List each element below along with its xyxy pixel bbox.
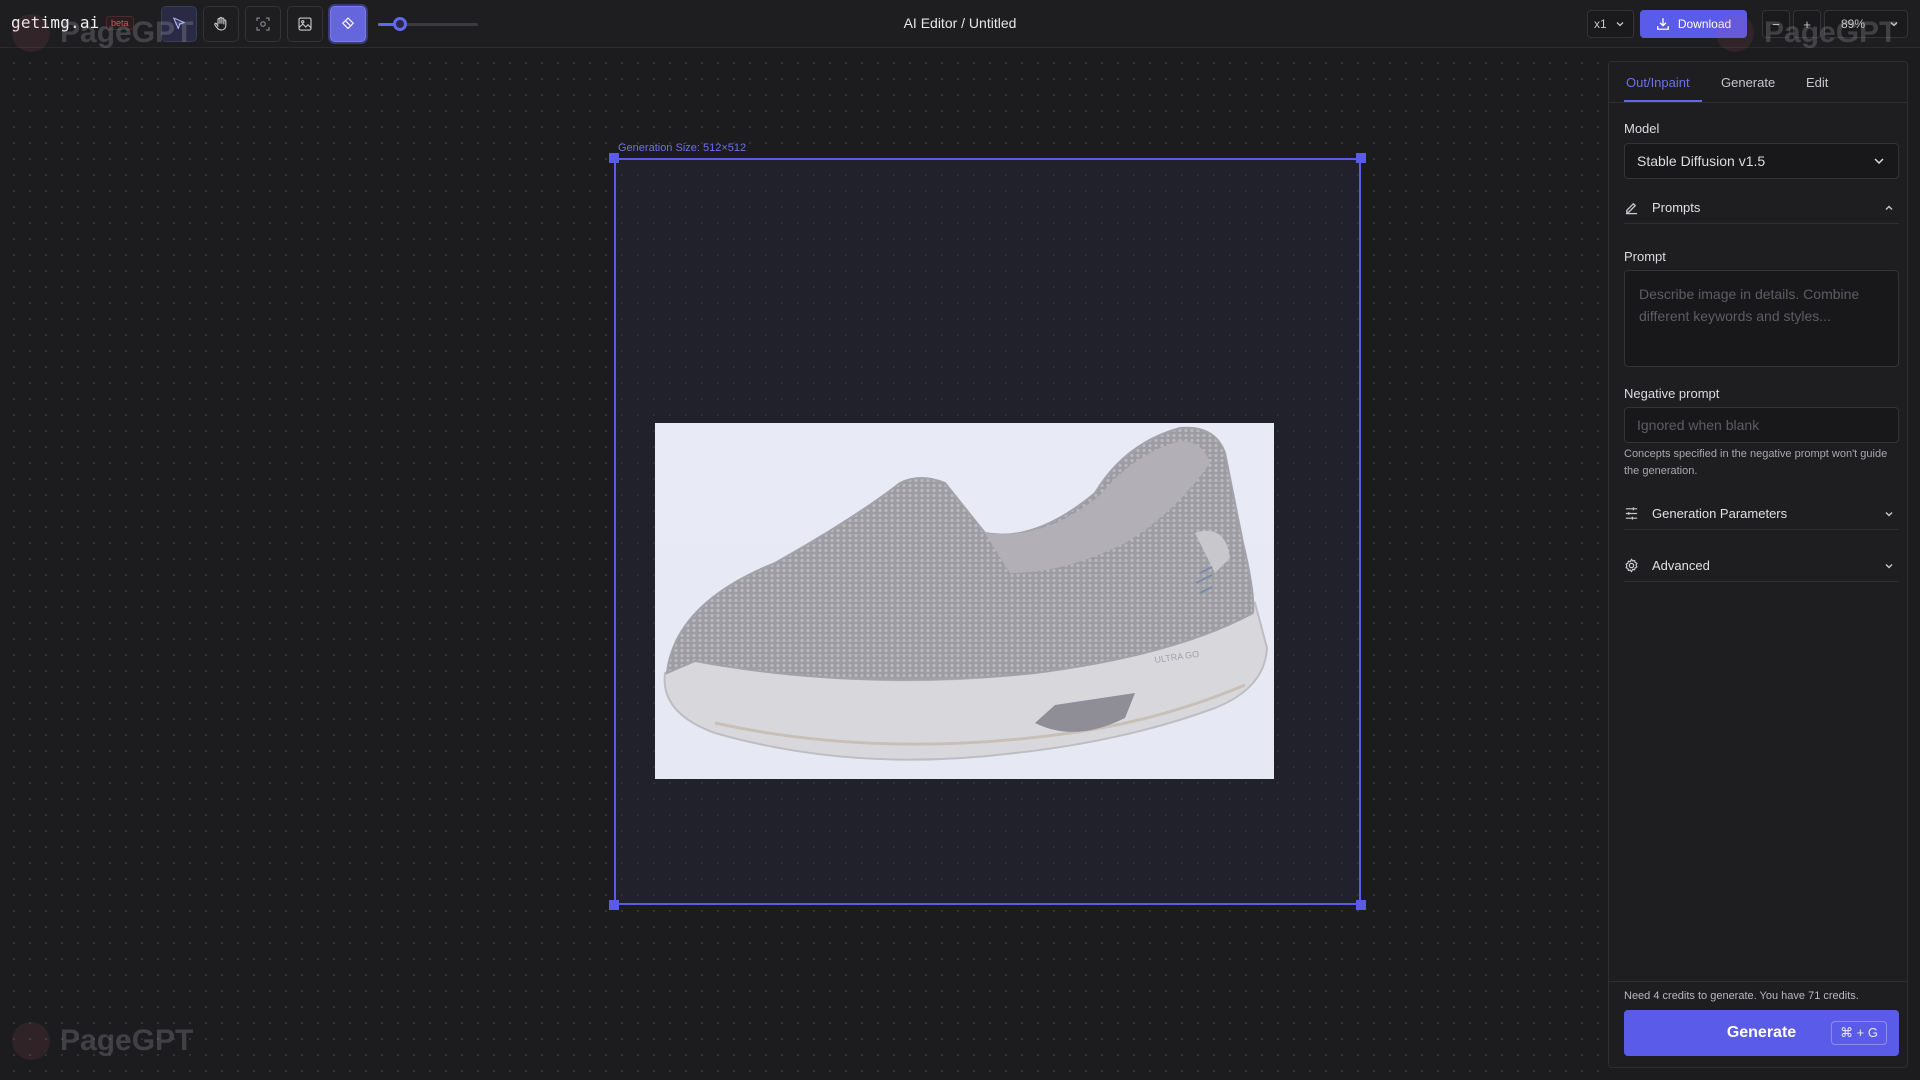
- resize-handle-top-left[interactable]: [609, 153, 619, 163]
- settings-panel: Out/Inpaint Generate Edit Model Stable D…: [1608, 61, 1908, 1068]
- sliders-icon: [1625, 507, 1638, 520]
- gear-icon: [1625, 558, 1638, 573]
- prompt-input[interactable]: [1624, 270, 1899, 367]
- cursor-arrow-icon: [173, 17, 185, 30]
- model-label: Model: [1624, 121, 1660, 136]
- eraser-tool-button[interactable]: [330, 6, 366, 42]
- image-icon: [298, 17, 312, 31]
- brush-size-slider[interactable]: [378, 17, 478, 31]
- brush-size-knob[interactable]: [393, 17, 407, 31]
- select-tool-button[interactable]: [161, 6, 197, 42]
- generation-size-label: Generation Size: 512×512: [618, 142, 747, 154]
- chevron-down-icon: [1885, 511, 1893, 516]
- top-bar: getimg.ai beta AI Editor / Untitled x1 D…: [0, 0, 1920, 48]
- tab-generate[interactable]: Generate: [1721, 75, 1775, 90]
- beta-badge: beta: [106, 16, 134, 30]
- canvas-image[interactable]: ULTRA GO: [655, 423, 1274, 779]
- download-button[interactable]: Download: [1640, 10, 1747, 38]
- negative-prompt-input[interactable]: [1624, 407, 1899, 443]
- generate-shortcut: ⌘ + G: [1831, 1021, 1887, 1045]
- app-logo[interactable]: getimg.ai: [11, 13, 100, 32]
- generation-parameters-section-header[interactable]: Generation Parameters: [1624, 498, 1899, 530]
- resize-handle-top-right[interactable]: [1356, 153, 1366, 163]
- hand-icon: [214, 16, 227, 31]
- pencil-icon: [1625, 202, 1638, 215]
- prompt-label: Prompt: [1624, 249, 1666, 264]
- focus-tool-button[interactable]: [245, 6, 281, 42]
- tab-out-inpaint[interactable]: Out/Inpaint: [1626, 75, 1690, 90]
- focus-icon: [256, 17, 270, 31]
- negative-prompt-label: Negative prompt: [1624, 386, 1720, 401]
- chevron-down-icon: [1616, 22, 1624, 27]
- scale-select[interactable]: x1: [1587, 10, 1634, 38]
- credits-info: Need 4 credits to generate. You have 71 …: [1624, 990, 1859, 1002]
- negative-prompt-hint: Concepts specified in the negative promp…: [1624, 448, 1888, 477]
- prompts-section-header[interactable]: Prompts: [1624, 192, 1899, 224]
- document-title: AI Editor / Untitled: [903, 15, 1017, 31]
- model-value: Stable Diffusion v1.5: [1637, 153, 1766, 169]
- generate-label: Generate: [1726, 1024, 1797, 1041]
- generation-parameters-title: Generation Parameters: [1652, 506, 1788, 521]
- chevron-up-icon: [1885, 205, 1893, 210]
- model-select[interactable]: Stable Diffusion v1.5: [1624, 143, 1899, 179]
- panel-footer-divider: [1609, 981, 1907, 982]
- resize-handle-bottom-left[interactable]: [609, 900, 619, 910]
- image-tool-button[interactable]: [287, 6, 323, 42]
- active-tab-indicator: [1624, 100, 1702, 102]
- download-label: Download: [1677, 17, 1732, 31]
- chevron-down-icon: [1874, 158, 1884, 165]
- zoom-level-select[interactable]: 89%: [1824, 10, 1908, 38]
- zoom-in-button[interactable]: +: [1793, 10, 1821, 38]
- shoe-image: ULTRA GO: [663, 426, 1269, 761]
- advanced-section-title: Advanced: [1652, 558, 1710, 573]
- generate-button[interactable]: Generate ⌘ + G: [1624, 1010, 1899, 1056]
- scale-value: x1: [1594, 17, 1607, 31]
- advanced-section-header[interactable]: Advanced: [1624, 550, 1899, 582]
- panel-tabs: Out/Inpaint Generate Edit: [1609, 62, 1907, 103]
- zoom-level-value: 89%: [1841, 17, 1866, 31]
- chevron-down-icon: [1885, 563, 1893, 568]
- zoom-out-button[interactable]: −: [1762, 10, 1790, 38]
- eraser-icon: [342, 17, 354, 30]
- resize-handle-bottom-right[interactable]: [1356, 900, 1366, 910]
- prompts-section-title: Prompts: [1652, 200, 1701, 215]
- pan-tool-button[interactable]: [203, 6, 239, 42]
- download-icon: [1656, 18, 1669, 30]
- tab-edit[interactable]: Edit: [1806, 75, 1828, 90]
- chevron-down-icon: [1890, 22, 1898, 27]
